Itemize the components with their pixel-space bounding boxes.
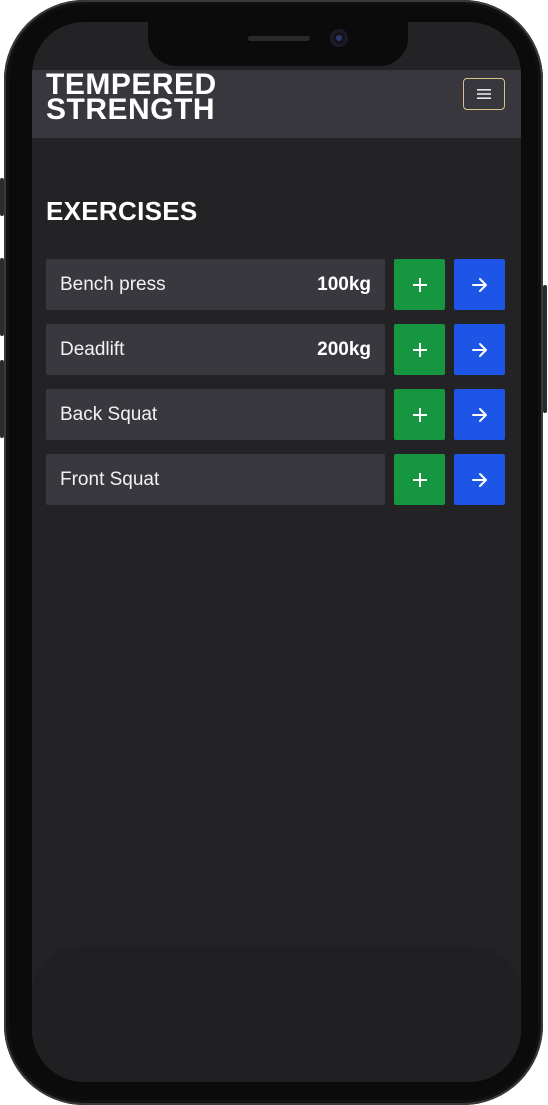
arrow-right-icon <box>471 277 487 292</box>
exercise-weight: 200kg <box>317 339 371 360</box>
arrow-right-icon <box>471 407 487 422</box>
power-button <box>543 285 547 413</box>
open-exercise-button[interactable] <box>454 324 505 375</box>
add-set-button[interactable] <box>394 324 445 375</box>
camera-icon <box>330 29 348 47</box>
app-header: TEMPERED STRENGTH <box>32 70 521 138</box>
exercise-item[interactable]: Bench press 100kg <box>46 259 385 310</box>
plus-icon <box>412 277 427 292</box>
open-exercise-button[interactable] <box>454 259 505 310</box>
exercise-name: Deadlift <box>60 339 125 360</box>
exercise-list: Bench press 100kg Deadlift 200kg Back Sq… <box>46 259 506 519</box>
side-button <box>0 258 4 336</box>
open-exercise-button[interactable] <box>454 389 505 440</box>
exercise-name: Back Squat <box>60 404 158 425</box>
phone-frame: TEMPERED STRENGTH EXERCISES Bench press … <box>0 0 547 1105</box>
hamburger-icon <box>477 89 491 99</box>
exercise-weight: 100kg <box>317 274 371 295</box>
bottom-bar <box>32 946 521 1082</box>
side-button <box>0 178 4 216</box>
exercise-item[interactable]: Deadlift 200kg <box>46 324 385 375</box>
plus-icon <box>412 472 427 487</box>
plus-icon <box>412 342 427 357</box>
page-title: EXERCISES <box>46 196 198 226</box>
exercise-name: Front Squat <box>60 469 160 490</box>
notch <box>148 22 408 66</box>
exercise-row: Front Squat <box>46 454 506 505</box>
exercise-item[interactable]: Back Squat <box>46 389 385 440</box>
plus-icon <box>412 407 427 422</box>
exercise-row: Back Squat <box>46 389 506 440</box>
arrow-right-icon <box>471 342 487 357</box>
add-set-button[interactable] <box>394 454 445 505</box>
arrow-right-icon <box>471 472 487 487</box>
exercise-row: Deadlift 200kg <box>46 324 506 375</box>
speaker <box>248 36 310 41</box>
brand-line-2: STRENGTH <box>46 93 215 126</box>
add-set-button[interactable] <box>394 389 445 440</box>
side-button <box>0 360 4 438</box>
open-exercise-button[interactable] <box>454 454 505 505</box>
exercise-item[interactable]: Front Squat <box>46 454 385 505</box>
brand-logo[interactable]: TEMPERED STRENGTH <box>46 70 217 126</box>
screen: TEMPERED STRENGTH EXERCISES Bench press … <box>32 22 521 1082</box>
exercise-row: Bench press 100kg <box>46 259 506 310</box>
exercise-name: Bench press <box>60 274 166 295</box>
add-set-button[interactable] <box>394 259 445 310</box>
menu-button[interactable] <box>463 78 505 110</box>
